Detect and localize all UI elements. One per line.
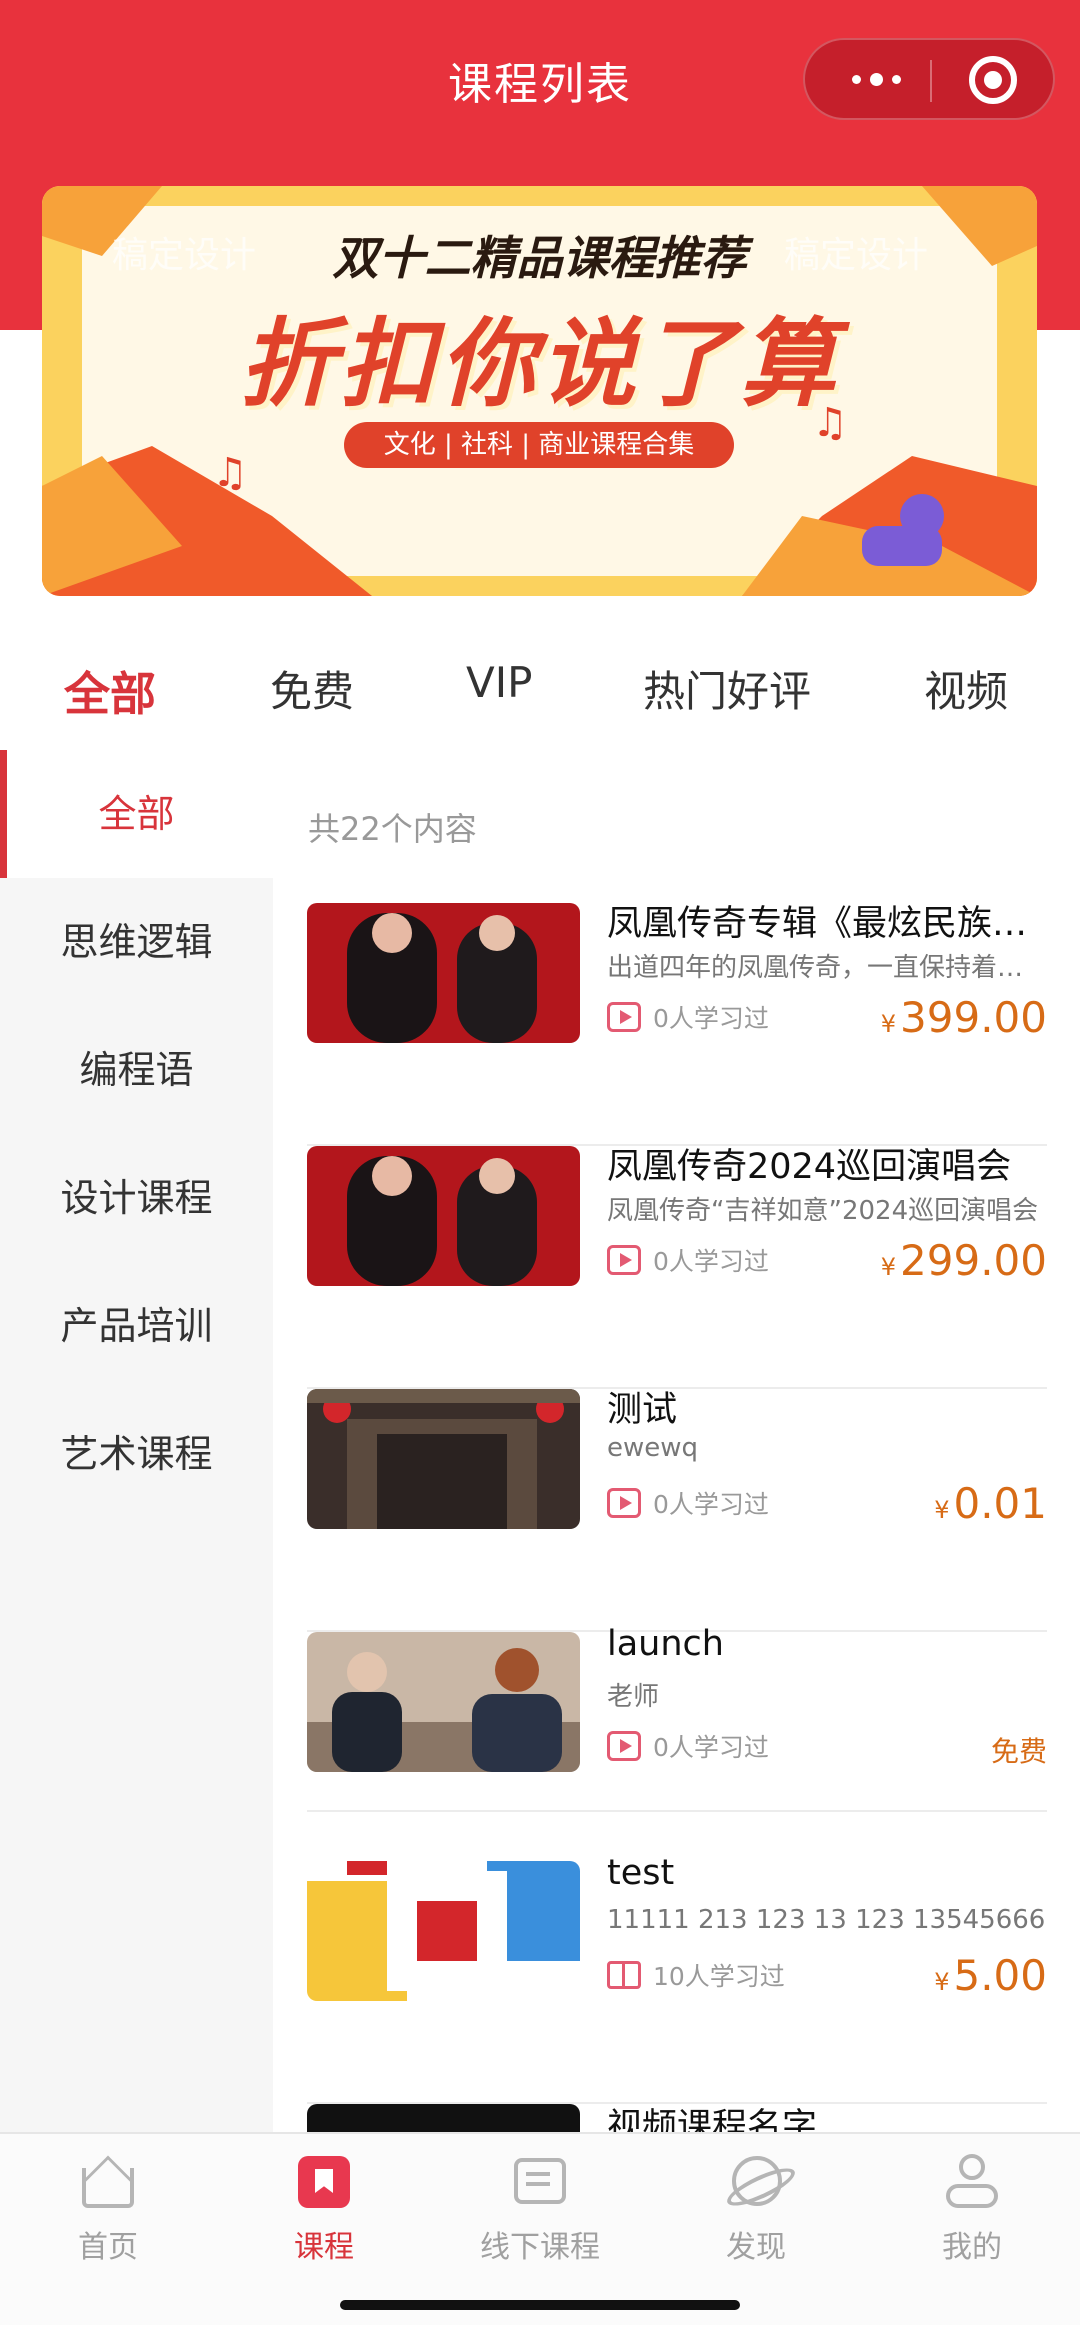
capsule-divider xyxy=(930,60,932,102)
course-row[interactable]: 凤凰传奇专辑《最炫民族风》 出道四年的凤凰传奇，一直保持着热度 0人学习过 ¥3… xyxy=(307,903,1047,1146)
course-thumbnail xyxy=(307,1861,580,2001)
course-thumbnail xyxy=(307,1146,580,1286)
course-title: 测试 xyxy=(607,1390,678,1430)
sidebar-item-label: 产品培训 xyxy=(60,1304,213,1348)
nav-course[interactable]: 课程 xyxy=(216,2154,432,2266)
more-dots-icon[interactable] xyxy=(841,40,911,118)
home-icon xyxy=(78,2154,138,2212)
learner-count: 10人学习过 xyxy=(653,1962,785,1991)
course-price: ¥299.00 xyxy=(881,1236,1047,1285)
course-thumbnail xyxy=(307,1389,580,1529)
tab-hot-reviews[interactable]: 热门好评 xyxy=(643,658,811,719)
learner-info: 0人学习过 xyxy=(607,1242,769,1278)
course-description: 11111 213 123 13 123 13545666 xyxy=(607,1905,1046,1935)
sidebar-item-product-training[interactable]: 产品培训 xyxy=(0,1262,273,1390)
sidebar-item-thinking-logic[interactable]: 思维逻辑 xyxy=(0,878,273,1006)
course-price: ¥0.01 xyxy=(934,1479,1047,1528)
learner-info: 0人学习过 xyxy=(607,999,769,1035)
course-title: 凤凰传奇2024巡回演唱会 xyxy=(607,1147,1012,1187)
course-description: 老师 xyxy=(607,1682,660,1712)
price-value: 5.00 xyxy=(953,1951,1047,2000)
price-value: 299.00 xyxy=(900,1236,1047,1285)
course-row[interactable]: 视频课程名字 xyxy=(307,2104,1047,2132)
course-description: 出道四年的凤凰传奇，一直保持着热度 xyxy=(607,953,1047,983)
course-price: ¥399.00 xyxy=(881,993,1047,1042)
home-indicator xyxy=(340,2300,740,2310)
course-title: 凤凰传奇专辑《最炫民族风》 xyxy=(607,904,1047,944)
course-title: launch xyxy=(607,1624,724,1664)
course-row[interactable]: test 11111 213 123 13 123 13545666 10人学习… xyxy=(307,1853,1047,2104)
course-thumbnail xyxy=(307,1632,580,1772)
currency-symbol: ¥ xyxy=(880,1253,897,1281)
tab-video[interactable]: 视频 xyxy=(924,658,1008,719)
promo-banner[interactable]: ♫ ♫ 稿定设计 稿定设计 双十二精品课程推荐 折扣你说了算 文化 | 社科 |… xyxy=(42,186,1037,596)
learner-info: 10人学习过 xyxy=(607,1957,785,1993)
course-title: 视频课程名字 xyxy=(607,2107,818,2132)
learner-info: 0人学习过 xyxy=(607,1728,769,1764)
video-icon xyxy=(607,1002,641,1032)
price-value: 0.01 xyxy=(953,1479,1047,1528)
course-row[interactable]: 测试 ewewq 0人学习过 ¥0.01 xyxy=(307,1389,1047,1632)
sidebar-item-label: 编程语 xyxy=(79,1048,194,1092)
course-title: test xyxy=(607,1853,675,1893)
course-thumbnail xyxy=(307,2104,580,2132)
tab-vip[interactable]: VIP xyxy=(466,658,532,707)
discover-planet-icon xyxy=(726,2154,786,2212)
video-icon xyxy=(607,1731,641,1761)
mini-program-capsule xyxy=(803,38,1055,120)
banner-tagline: 文化 | 社科 | 商业课程合集 xyxy=(344,422,734,468)
book-icon xyxy=(607,1961,641,1989)
currency-symbol: ¥ xyxy=(934,1968,950,1996)
sidebar-item-design[interactable]: 设计课程 xyxy=(0,1134,273,1262)
nav-label: 首页 xyxy=(78,2230,138,2265)
learner-info: 0人学习过 xyxy=(607,1485,769,1521)
nav-label: 发现 xyxy=(726,2230,786,2265)
course-row[interactable]: 凤凰传奇2024巡回演唱会 凤凰传奇“吉祥如意”2024巡回演唱会 0人学习过 … xyxy=(307,1146,1047,1389)
learner-count: 0人学习过 xyxy=(653,1733,769,1762)
nav-offline-course[interactable]: 线下课程 xyxy=(432,2154,648,2266)
category-tabs: 全部 免费 VIP 热门好评 视频 xyxy=(0,640,1080,730)
sidebar-item-programming[interactable]: 编程语 xyxy=(0,1006,273,1134)
learner-count: 0人学习过 xyxy=(653,1490,769,1519)
sidebar-item-all[interactable]: 全部 xyxy=(0,750,273,878)
course-row[interactable]: launch 老师 0人学习过 免费 xyxy=(307,1624,1047,1812)
currency-symbol: ¥ xyxy=(880,1010,897,1038)
user-icon xyxy=(942,2154,1002,2212)
course-thumbnail xyxy=(307,903,580,1043)
sidebar-active-indicator xyxy=(0,750,7,878)
nav-home[interactable]: 首页 xyxy=(0,2154,216,2266)
target-icon[interactable] xyxy=(969,56,1017,104)
learner-count: 0人学习过 xyxy=(653,1004,769,1033)
course-bookmark-icon xyxy=(294,2154,354,2212)
nav-label: 线下课程 xyxy=(480,2230,600,2265)
free-label: 免费 xyxy=(990,1735,1047,1768)
bottom-tab-bar: 首页 课程 线下课程 发现 我的 xyxy=(0,2132,1080,2325)
currency-symbol: ¥ xyxy=(934,1496,950,1524)
sidebar-item-label: 思维逻辑 xyxy=(60,920,213,964)
nav-mine[interactable]: 我的 xyxy=(864,2154,1080,2266)
nav-label: 课程 xyxy=(294,2230,354,2265)
sidebar-item-label: 设计课程 xyxy=(60,1176,213,1220)
sidebar-item-art[interactable]: 艺术课程 xyxy=(0,1390,273,1518)
category-sidebar: 全部 思维逻辑 编程语 设计课程 产品培训 艺术课程 xyxy=(0,750,273,2132)
banner-subtitle: 双十二精品课程推荐 xyxy=(332,231,747,285)
learner-count: 0人学习过 xyxy=(653,1247,769,1276)
course-price: ¥5.00 xyxy=(934,1951,1047,2000)
nav-label: 我的 xyxy=(942,2230,1002,2265)
offline-course-icon xyxy=(510,2154,570,2212)
banner-headline: 折扣你说了算 xyxy=(239,308,840,420)
nav-discover[interactable]: 发现 xyxy=(648,2154,864,2266)
content-count: 共22个内容 xyxy=(308,810,477,848)
sidebar-item-label: 全部 xyxy=(98,792,175,836)
sidebar-item-label: 艺术课程 xyxy=(60,1432,213,1476)
course-description: ewewq xyxy=(607,1433,699,1463)
price-value: 399.00 xyxy=(900,993,1047,1042)
video-icon xyxy=(607,1488,641,1518)
svg-text:♫: ♫ xyxy=(212,450,248,496)
course-description: 凤凰传奇“吉祥如意”2024巡回演唱会 xyxy=(607,1196,1039,1226)
video-icon xyxy=(607,1245,641,1275)
tab-all[interactable]: 全部 xyxy=(64,658,156,724)
tab-free[interactable]: 免费 xyxy=(270,658,354,719)
